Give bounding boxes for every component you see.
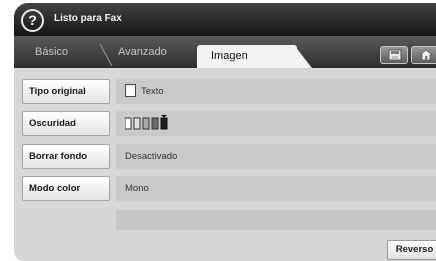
reverse-button[interactable]: Reverso: [387, 240, 436, 260]
tab-bar: Básico Avanzado Imagen: [14, 36, 436, 68]
save-icon: [388, 49, 402, 61]
erase-background-value: Desactivado: [116, 144, 436, 169]
color-mode-button[interactable]: Modo color: [22, 176, 110, 201]
empty-row: [116, 210, 436, 230]
darkness-button[interactable]: Oscuridad: [22, 111, 110, 136]
status-text: Listo para Fax: [54, 13, 122, 24]
darkness-level-indicator: [125, 115, 168, 130]
document-icon: [125, 83, 136, 97]
original-type-text: Texto: [141, 86, 164, 97]
fax-screen: ? Listo para Fax Básico Avanzado Imagen …: [14, 3, 436, 261]
help-icon[interactable]: ?: [21, 9, 44, 32]
setting-row-erase-background: Borrar fondo Desactivado: [22, 144, 436, 169]
tab-image-edge: [294, 45, 312, 68]
erase-background-button[interactable]: Borrar fondo: [22, 144, 110, 169]
setting-row-darkness: Oscuridad: [22, 111, 436, 136]
title-bar: ? Listo para Fax: [14, 3, 436, 36]
setting-row-color-mode: Modo color Mono: [22, 176, 436, 201]
setting-row-original-type: Tipo original Texto: [22, 79, 436, 104]
tab-advanced[interactable]: Avanzado: [118, 36, 167, 68]
darkness-value: [116, 111, 436, 136]
home-button[interactable]: [411, 46, 436, 64]
original-type-value: Texto: [116, 79, 436, 104]
settings-panel: Tipo original Texto Oscuridad Borrar fon…: [14, 68, 436, 261]
save-button[interactable]: [380, 46, 408, 64]
color-mode-value: Mono: [116, 176, 436, 201]
original-type-button[interactable]: Tipo original: [22, 79, 110, 104]
tab-divider: [99, 44, 113, 66]
tab-image[interactable]: Imagen: [197, 45, 297, 68]
tab-basic[interactable]: Básico: [35, 36, 68, 68]
home-icon: [419, 49, 433, 61]
